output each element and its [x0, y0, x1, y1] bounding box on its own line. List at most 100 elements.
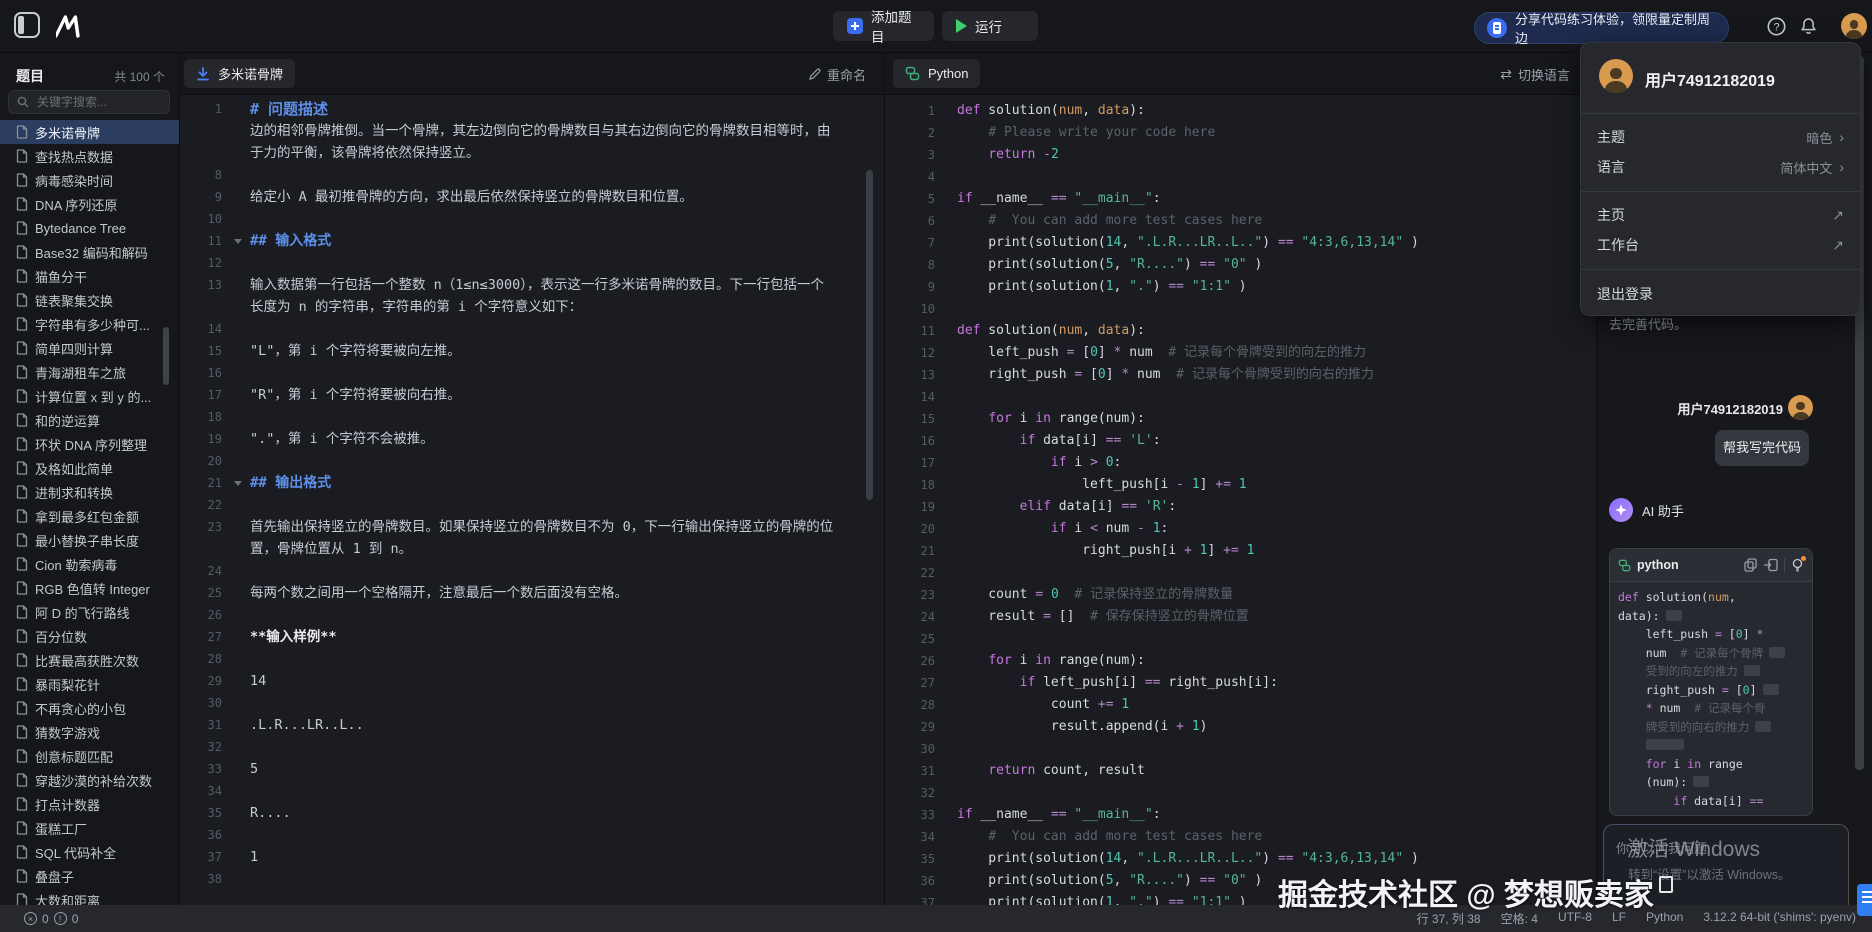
problems-summary[interactable]: × 0 ! 0 — [24, 912, 78, 926]
code-editor[interactable]: 1 def solution(num, data): 2 # Please wr… — [885, 94, 1596, 905]
sidebar-problem-item[interactable]: 拿到最多红包金额 — [0, 504, 179, 528]
line-number: 34 — [885, 826, 941, 848]
sidebar-problem-item[interactable]: DNA 序列还原 — [0, 192, 179, 216]
insert-code-icon[interactable] — [1763, 558, 1778, 572]
document-icon — [16, 869, 28, 883]
sidebar-problem-item[interactable]: 计算位置 x 到 y 的... — [0, 384, 179, 408]
problem-editor[interactable]: 1 # 问题描述 边的相邻骨牌推倒。当一个骨牌，其左边倒向它的骨牌数目与其右边倒… — [180, 94, 884, 905]
sidebar-problem-item[interactable]: 百分位数 — [0, 624, 179, 648]
sidebar-problem-item[interactable]: 青海湖租车之旅 — [0, 360, 179, 384]
menu-item-theme[interactable]: 主题 暗色› — [1581, 122, 1860, 152]
ai-label-row: AI 助手 — [1609, 498, 1684, 522]
line-number — [180, 142, 226, 164]
line-number: 24 — [885, 606, 941, 628]
code-tab-bar: Python ⇄ 切换语言 — [885, 52, 1596, 95]
code-line: 16 if data[i] == 'L': — [885, 430, 1596, 452]
share-promo-pill[interactable]: 分享代码练习体验，领限量定制周边 — [1474, 12, 1729, 44]
language-tab-python[interactable]: Python — [893, 59, 980, 88]
code-line: 26 for i in range(num): — [885, 650, 1596, 672]
copy-code-icon[interactable] — [1744, 558, 1757, 572]
svg-text:?: ? — [1773, 22, 1779, 34]
problem-list: 多米诺骨牌 查找热点数据 病毒感染时间 DNA 序列还原 Bytedance T… — [0, 120, 179, 912]
ai-card-code-line — [1618, 736, 1804, 755]
sidebar-problem-item[interactable]: 进制求和转换 — [0, 480, 179, 504]
sidebar-problem-item[interactable]: 蛋糕工厂 — [0, 816, 179, 840]
line-number: 11 — [885, 320, 941, 342]
line-code: count += 1 — [957, 694, 1129, 716]
search-box[interactable] — [8, 90, 170, 114]
markdown-line: 置，骨牌位置从 1 到 n。 — [180, 538, 884, 560]
line-number: 23 — [885, 584, 941, 606]
sidebar-problem-item[interactable]: 穿越沙漠的补给次数 — [0, 768, 179, 792]
problem-tab[interactable]: 多米诺骨牌 — [184, 59, 295, 88]
fold-chevron-icon[interactable] — [234, 481, 242, 486]
corner-floating-button[interactable] — [1857, 884, 1872, 916]
sidebar-problem-item[interactable]: RGB 色值转 Integer — [0, 576, 179, 600]
problem-scrollbar[interactable] — [866, 170, 873, 500]
code-line: 28 count += 1 — [885, 694, 1596, 716]
sidebar-problem-item[interactable]: 创意标题匹配 — [0, 744, 179, 768]
interpreter-version[interactable]: 3.12.2 64-bit ('shims': pyenv) — [1703, 910, 1856, 927]
run-button[interactable]: 运行 — [942, 11, 1038, 41]
menu-item-language[interactable]: 语言 简体中文› — [1581, 152, 1860, 182]
problem-item-label: 和的逆运算 — [35, 411, 100, 430]
code-line: 33 if __name__ == "__main__": — [885, 804, 1596, 826]
sidebar-problem-item[interactable]: Bytedance Tree — [0, 216, 179, 240]
sidebar-problem-item[interactable]: 猜数字游戏 — [0, 720, 179, 744]
add-problem-button[interactable]: 添加题目 — [833, 11, 934, 41]
warning-icon: ! — [54, 912, 67, 925]
switch-language-button[interactable]: ⇄ 切换语言 — [1500, 65, 1570, 84]
markdown-line: 38 — [180, 868, 884, 890]
fold-chevron-icon[interactable] — [234, 239, 242, 244]
sidebar-problem-item[interactable]: Cion 勒索病毒 — [0, 552, 179, 576]
document-icon — [16, 677, 28, 691]
notifications-bell-icon[interactable] — [1798, 16, 1819, 37]
user-message-bubble: 帮我写完代码 — [1715, 430, 1809, 466]
document-icon — [16, 365, 28, 379]
sidebar-problem-item[interactable]: 和的逆运算 — [0, 408, 179, 432]
line-number: 31 — [885, 760, 941, 782]
sidebar-problem-item[interactable]: 最小替换子串长度 — [0, 528, 179, 552]
sidebar-problem-item[interactable]: SQL 代码补全 — [0, 840, 179, 864]
code-line: 3 return -2 — [885, 144, 1596, 166]
sidebar-problem-item[interactable]: 链表聚集交换 — [0, 288, 179, 312]
rename-button[interactable]: 重命名 — [808, 65, 866, 84]
sidebar-problem-item[interactable]: 不再贪心的小包 — [0, 696, 179, 720]
problem-item-label: SQL 代码补全 — [35, 843, 116, 862]
sidebar-problem-item[interactable]: 环状 DNA 序列整理 — [0, 432, 179, 456]
code-line: 18 left_push[i - 1] += 1 — [885, 474, 1596, 496]
sidebar-problem-item[interactable]: 病毒感染时间 — [0, 168, 179, 192]
lightbulb-icon[interactable] — [1791, 558, 1804, 572]
document-icon — [16, 293, 28, 307]
code-panel: Python ⇄ 切换语言 1 def solution(num, data):… — [884, 52, 1596, 905]
sidebar-problem-item[interactable]: 及格如此简单 — [0, 456, 179, 480]
menu-item-workbench[interactable]: 工作台 ↗ — [1581, 230, 1860, 260]
sidebar-problem-item[interactable]: 猫鱼分干 — [0, 264, 179, 288]
user-avatar[interactable] — [1841, 13, 1867, 39]
sidebar-problem-item[interactable]: 多米诺骨牌 — [0, 120, 179, 144]
code-line: 23 count = 0 # 记录保持竖立的骨牌数量 — [885, 584, 1596, 606]
sidebar-problem-item[interactable]: 暴雨梨花针 — [0, 672, 179, 696]
sidebar-problem-item[interactable]: 字符串有多少种可... — [0, 312, 179, 336]
sidebar-problem-item[interactable]: 比赛最高获胜次数 — [0, 648, 179, 672]
line-number: 7 — [885, 232, 941, 254]
line-code: if i > 0: — [957, 452, 1121, 474]
menu-item-logout[interactable]: 退出登录 — [1581, 279, 1860, 309]
menu-item-home[interactable]: 主页 ↗ — [1581, 200, 1860, 230]
sidebar-problem-item[interactable]: 查找热点数据 — [0, 144, 179, 168]
problem-tab-bar: 多米诺骨牌 重命名 — [180, 52, 884, 95]
sidebar-problem-item[interactable]: 简单四则计算 — [0, 336, 179, 360]
sidebar-toggle-icon[interactable] — [14, 12, 40, 38]
sidebar-problem-item[interactable]: 叠盘子 — [0, 864, 179, 888]
code-line: 22 — [885, 562, 1596, 584]
sidebar-problem-item[interactable]: 阿 D 的飞行路线 — [0, 600, 179, 624]
sidebar-problem-item[interactable]: 打点计数器 — [0, 792, 179, 816]
search-input[interactable] — [35, 94, 159, 110]
help-icon[interactable]: ? — [1766, 16, 1787, 37]
app-logo-icon[interactable] — [56, 13, 86, 39]
line-number: 20 — [885, 518, 941, 540]
sidebar-problem-item[interactable]: Base32 编码和解码 — [0, 240, 179, 264]
ai-code-card-body: def solution(num,data): left_push = [0] … — [1610, 582, 1812, 816]
code-line: 5 if __name__ == "__main__": — [885, 188, 1596, 210]
sidebar-scrollbar[interactable] — [163, 327, 169, 385]
